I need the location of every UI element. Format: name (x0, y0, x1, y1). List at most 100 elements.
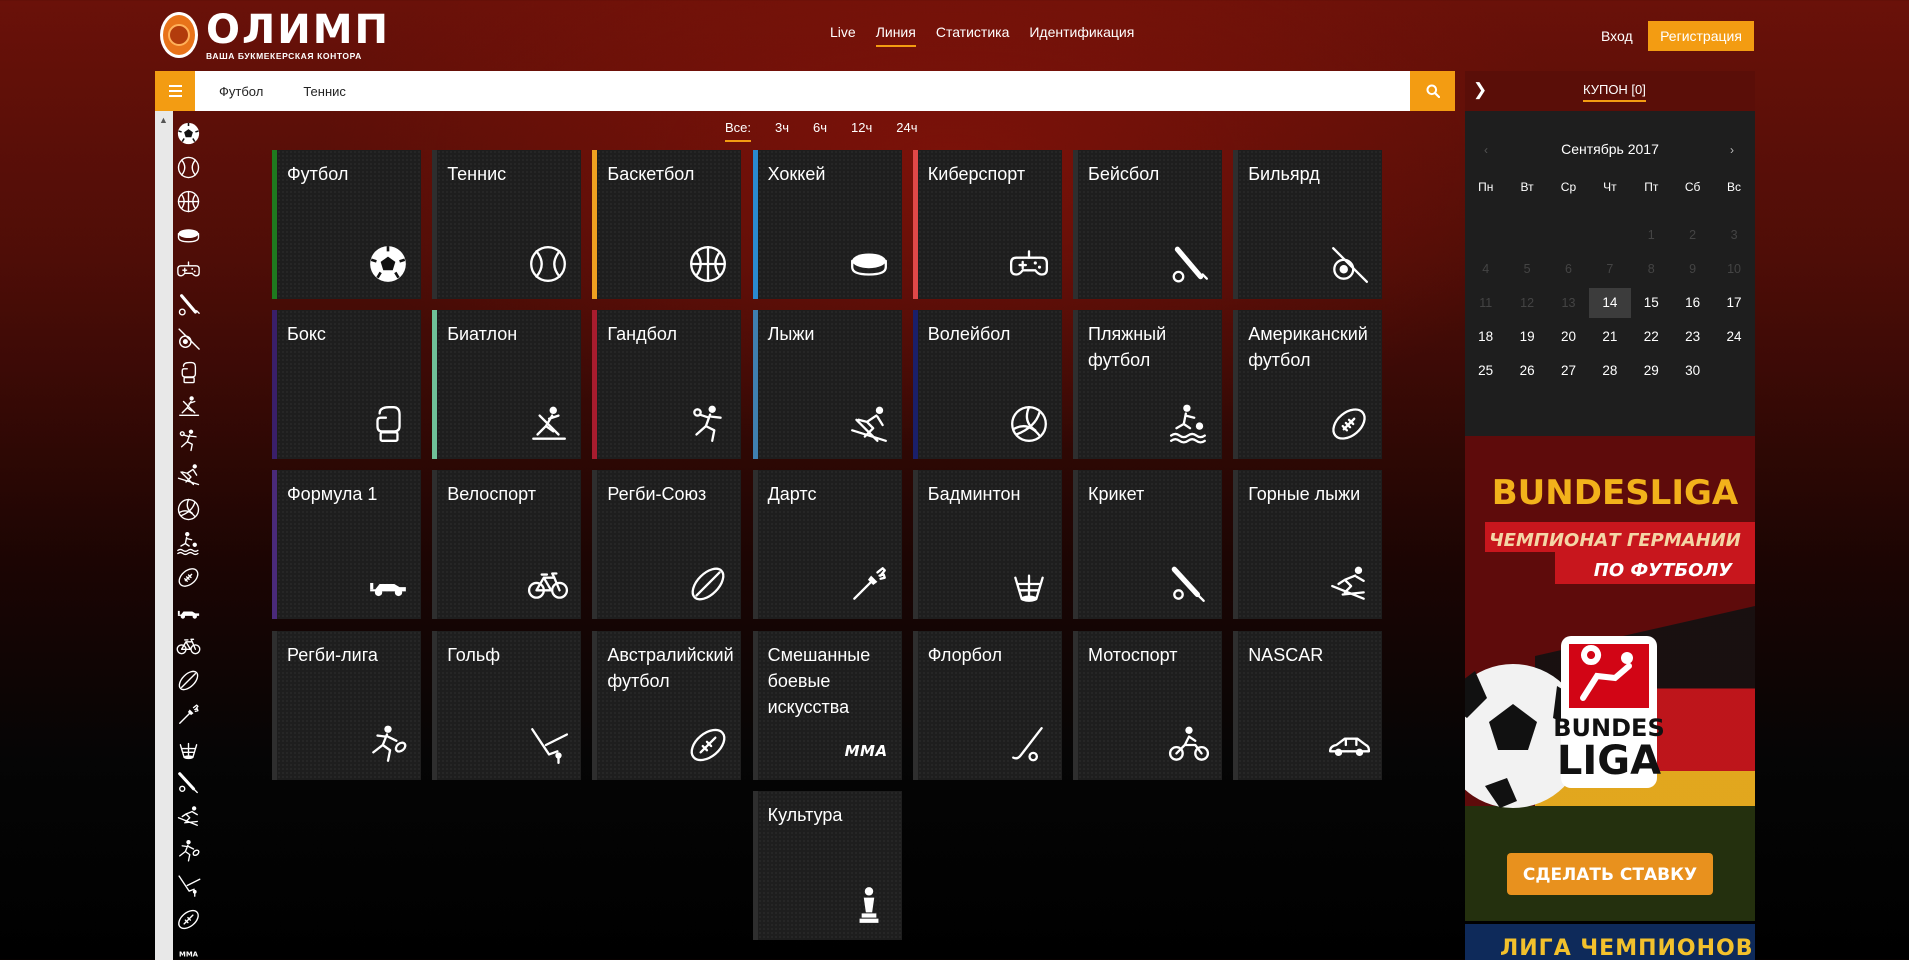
calendar-day[interactable]: 15 (1631, 288, 1672, 318)
calendar-day[interactable]: 14 (1589, 288, 1631, 318)
calendar-day[interactable]: 24 (1713, 322, 1754, 352)
nav-item-3[interactable]: Идентификация (1029, 24, 1134, 47)
darts-icon (848, 563, 890, 605)
sport-tile-esports[interactable]: Киберспорт (912, 150, 1062, 299)
sport-tile-handball[interactable]: Гандбол (592, 310, 742, 460)
hamburger-menu-icon[interactable] (155, 71, 195, 111)
sport-tile-nascar[interactable]: NASCAR (1233, 630, 1383, 780)
calendar-day (1548, 220, 1589, 250)
sidebar-volleyball-icon[interactable] (173, 492, 203, 526)
calendar-day[interactable]: 16 (1672, 288, 1713, 318)
sidebar-alpine-skiing-icon[interactable] (173, 800, 203, 834)
scroll-up-icon[interactable]: ▲ (159, 115, 168, 125)
sidebar-beach-football-icon[interactable] (173, 526, 203, 560)
sidebar-formula1-icon[interactable] (173, 595, 203, 629)
sport-tile-hockey[interactable]: Хоккей (752, 150, 902, 299)
sidebar-rugby-union-icon[interactable] (173, 663, 203, 697)
collapse-chevron-icon[interactable]: ❯ (1473, 80, 1487, 100)
sport-tile-rugby-union[interactable]: Регби-Союз (592, 470, 742, 620)
sidebar-baseball-icon[interactable] (173, 287, 203, 321)
sidebar-australian-football-icon[interactable] (173, 902, 203, 936)
sport-tile-football[interactable]: Футбол (272, 150, 421, 299)
calendar-day[interactable]: 29 (1631, 356, 1672, 386)
calendar-day[interactable]: 22 (1631, 322, 1672, 352)
calendar-day[interactable]: 26 (1506, 356, 1547, 386)
sport-tile-skiing[interactable]: Лыжи (752, 310, 902, 460)
sport-tile-label: Австралийский футбол (607, 644, 734, 691)
login-link[interactable]: Вход (1601, 28, 1633, 44)
calendar-next-icon[interactable]: › (1730, 143, 1734, 157)
sport-tile-motorsport[interactable]: Мотоспорт (1073, 630, 1222, 780)
sidebar-skiing-icon[interactable] (173, 458, 203, 492)
olimp-logo[interactable]: ОЛИМП ВАША БУКМЕКЕРСКАЯ КОНТОРА (160, 10, 390, 61)
filter-0[interactable]: Все: (725, 120, 752, 142)
sidebar-cycling-icon[interactable] (173, 629, 203, 663)
sidebar-biathlon-icon[interactable] (173, 390, 203, 424)
sport-tile-cycling[interactable]: Велоспорт (432, 470, 582, 620)
sport-tile-label: Гандбол (607, 324, 678, 345)
calendar-day[interactable]: 23 (1672, 322, 1713, 352)
sport-tile-australian-football[interactable]: Австралийский футбол (592, 630, 742, 780)
filter-3[interactable]: 12ч (851, 120, 872, 142)
sport-tile-darts[interactable]: Дартс (752, 470, 902, 620)
search-chip-1[interactable]: Теннис (303, 84, 346, 99)
sport-tile-label: Смешанные боевые искусства (767, 644, 871, 717)
calendar-day[interactable]: 18 (1465, 322, 1506, 352)
sport-tile-beach-football[interactable]: Пляжный футбол (1073, 310, 1222, 460)
sport-tile-culture[interactable]: Культура (752, 790, 902, 940)
sport-tile-floorball[interactable]: Флорбол (912, 630, 1062, 780)
sport-tile-baseball[interactable]: Бейсбол (1073, 150, 1222, 299)
sidebar-scrollbar[interactable] (155, 111, 173, 960)
coupon-title[interactable]: КУПОН [0] (1583, 82, 1646, 102)
sport-tile-golf[interactable]: Гольф (432, 630, 582, 780)
calendar-day[interactable]: 27 (1548, 356, 1589, 386)
sport-tile-billiards[interactable]: Бильярд (1233, 150, 1383, 299)
register-button[interactable]: Регистрация (1648, 21, 1754, 51)
sport-tile-tennis[interactable]: Теннис (432, 150, 582, 299)
sport-tile-cricket[interactable]: Крикет (1073, 470, 1222, 620)
sidebar-hockey-icon[interactable] (173, 219, 203, 253)
bundesliga-banner[interactable]: BUNDESLIGA ЧЕМПИОНАТ ГЕРМАНИИ ПО ФУТБОЛУ… (1465, 436, 1755, 921)
calendar-day[interactable]: 25 (1465, 356, 1506, 386)
sidebar-boxing-icon[interactable] (173, 355, 203, 389)
sport-tile-rugby-league[interactable]: Регби-лига (272, 630, 421, 780)
sidebar-mma-icon[interactable]: MMA (173, 937, 203, 960)
calendar-day[interactable]: 30 (1672, 356, 1713, 386)
calendar-day[interactable]: 17 (1713, 288, 1754, 318)
mma-icon: MMA (844, 741, 888, 760)
sidebar-darts-icon[interactable] (173, 697, 203, 731)
nav-item-2[interactable]: Статистика (936, 24, 1010, 47)
filter-4[interactable]: 24ч (896, 120, 917, 142)
sport-tile-biathlon[interactable]: Биатлон (432, 310, 582, 460)
sport-tile-volleyball[interactable]: Волейбол (912, 310, 1062, 460)
sport-search-bar[interactable]: Футбол Теннис (195, 71, 1410, 111)
sidebar-esports-icon[interactable] (173, 253, 203, 287)
calendar-day[interactable]: 19 (1506, 322, 1547, 352)
sidebar-tennis-icon[interactable] (173, 150, 203, 184)
sidebar-cricket-icon[interactable] (173, 766, 203, 800)
sidebar-billiards-icon[interactable] (173, 321, 203, 355)
calendar-day[interactable]: 21 (1589, 322, 1630, 352)
sport-tile-american-football[interactable]: Американский футбол (1233, 310, 1383, 460)
sidebar-golf-icon[interactable] (173, 868, 203, 902)
search-button[interactable] (1410, 71, 1455, 111)
sport-tile-boxing[interactable]: Бокс (272, 310, 421, 460)
nav-item-1[interactable]: Линия (875, 24, 916, 47)
nav-item-0[interactable]: Live (830, 24, 856, 47)
calendar-day[interactable]: 28 (1589, 356, 1630, 386)
sidebar-badminton-icon[interactable] (173, 731, 203, 765)
search-chip-0[interactable]: Футбол (219, 84, 263, 99)
sport-tile-formula1[interactable]: Формула 1 (272, 470, 421, 620)
sport-tile-basketball[interactable]: Баскетбол (592, 150, 742, 299)
sidebar-handball-icon[interactable] (173, 424, 203, 458)
sidebar-football-icon[interactable] (173, 116, 203, 150)
filter-1[interactable]: 3ч (775, 120, 789, 142)
filter-2[interactable]: 6ч (813, 120, 827, 142)
sport-tile-mma[interactable]: Смешанные боевые искусства MMA (752, 630, 902, 780)
sidebar-basketball-icon[interactable] (173, 184, 203, 218)
sidebar-rugby-league-icon[interactable] (173, 834, 203, 868)
sidebar-american-football-icon[interactable] (173, 560, 203, 594)
calendar-day[interactable]: 20 (1548, 322, 1589, 352)
sport-tile-alpine-skiing[interactable]: Горные лыжи (1233, 470, 1383, 620)
sport-tile-badminton[interactable]: Бадминтон (912, 470, 1062, 620)
